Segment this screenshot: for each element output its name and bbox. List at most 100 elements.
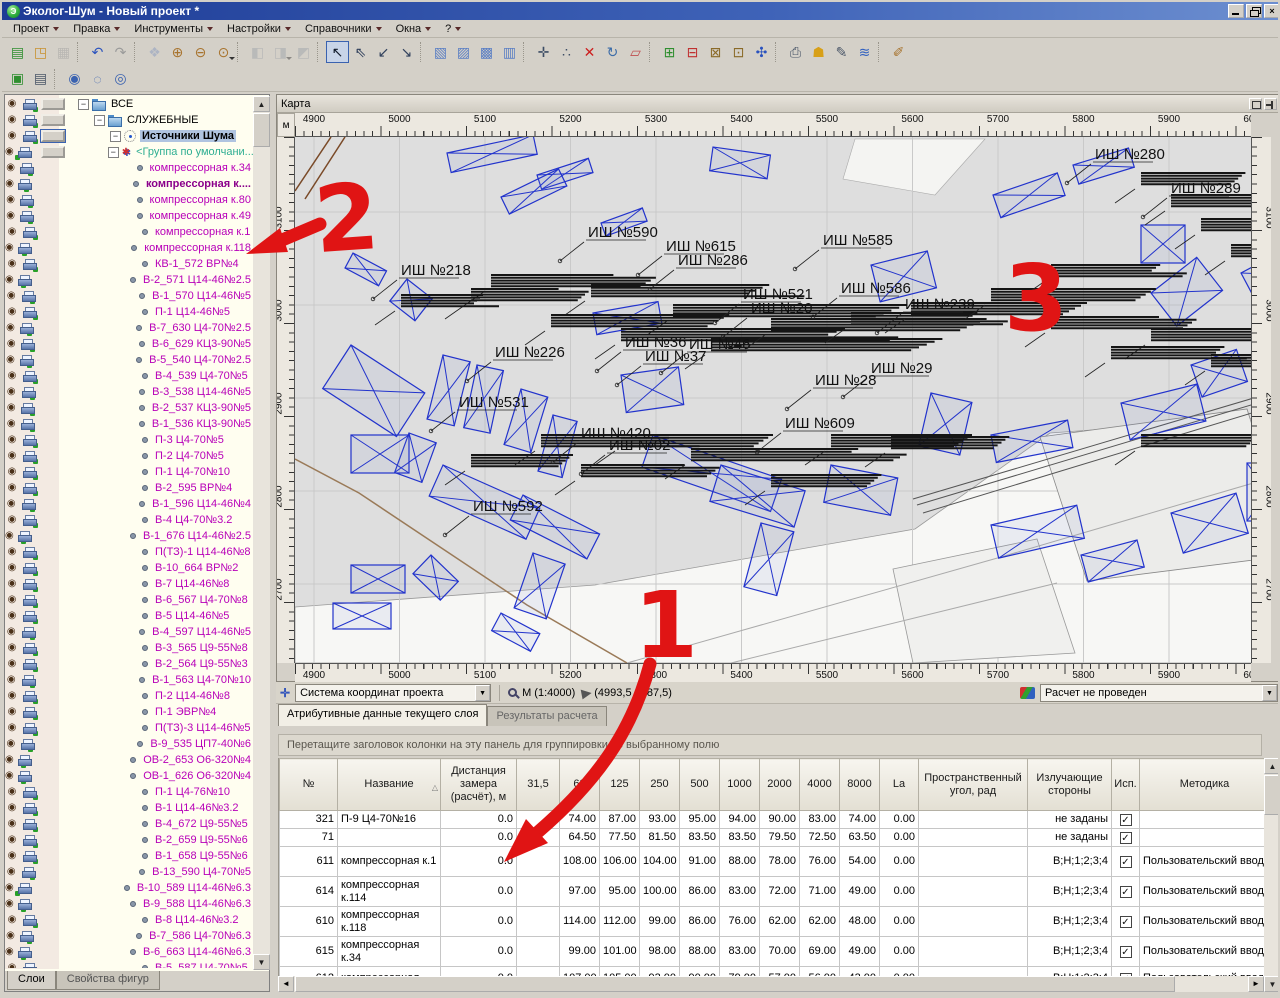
column-header[interactable]: 4000 — [800, 759, 840, 811]
tree-item[interactable]: ◉В-3_565 Ц9-55№8 — [5, 640, 253, 656]
table-cell[interactable]: 97.00 — [560, 877, 600, 907]
table-cell[interactable]: 54.00 — [840, 847, 880, 877]
table-cell[interactable]: 611 — [280, 847, 338, 877]
pan-button[interactable]: ❖ — [143, 41, 166, 63]
tree-item[interactable]: ◉В-8 Ц14-46№3.2 — [5, 912, 253, 928]
tree-item[interactable]: ◉В-10_664 ВР№2 — [5, 560, 253, 576]
table-cell[interactable]: 91.00 — [680, 847, 720, 877]
table-cell[interactable] — [517, 877, 560, 907]
tree-item[interactable]: ◉−ВСЕ — [5, 96, 253, 112]
table-cell[interactable]: 71.00 — [800, 877, 840, 907]
node-start-button[interactable]: ⊠ — [704, 41, 727, 63]
tree-item[interactable]: ◉−Источники Шума — [5, 128, 253, 144]
scroll-down-button[interactable]: ▼ — [1264, 976, 1280, 992]
table-cell[interactable]: 0.00 — [880, 967, 919, 977]
menu-Справочники[interactable]: Справочники — [298, 22, 389, 36]
layer-props-button[interactable]: ◨ — [269, 41, 292, 63]
column-header[interactable]: Исп. — [1112, 759, 1140, 811]
visibility-eye-icon[interactable]: ◉ — [5, 529, 14, 543]
table-cell[interactable]: 48.00 — [840, 907, 880, 937]
save-project-button[interactable]: ▦ — [52, 41, 75, 63]
visibility-eye-icon[interactable]: ◉ — [5, 657, 19, 671]
table-cell[interactable]: 83.50 — [720, 829, 760, 847]
table-hscrollbar[interactable]: ◄► — [278, 976, 1264, 992]
visibility-eye-icon[interactable]: ◉ — [5, 961, 19, 968]
printer-icon[interactable] — [23, 451, 36, 462]
printer-icon[interactable] — [23, 371, 36, 382]
table-cell[interactable] — [919, 967, 1028, 977]
table-cell[interactable]: 0.0 — [441, 967, 517, 977]
table-cell[interactable]: 104.00 — [640, 847, 680, 877]
column-header[interactable]: Излучающие стороны — [1028, 759, 1112, 811]
tree-item[interactable]: ◉В-1_658 Ц9-55№6 — [5, 848, 253, 864]
tree-item[interactable]: ◉В-6_663 Ц14-46№6.3 — [5, 944, 253, 960]
table-cell[interactable]: Пользовательский ввод — [1140, 907, 1267, 937]
tree-item[interactable]: ◉В-4_539 Ц4-70№5 — [5, 368, 253, 384]
map-restore-icon[interactable] — [1249, 98, 1262, 110]
ungroup-shapes-button[interactable]: ▥ — [498, 41, 521, 63]
left-tab-Слои[interactable]: Слои — [7, 971, 56, 990]
table-cell[interactable]: 98.00 — [640, 937, 680, 967]
tree-item[interactable]: ◉В-7 Ц14-46№8 — [5, 576, 253, 592]
scroll-down-button[interactable]: ▼ — [253, 954, 270, 970]
data-tab[interactable]: Результаты расчета — [487, 706, 606, 726]
visibility-eye-icon[interactable]: ◉ — [5, 737, 17, 751]
table-cell[interactable] — [517, 907, 560, 937]
table-cell[interactable] — [919, 937, 1028, 967]
table-cell[interactable]: 79.50 — [760, 829, 800, 847]
minimize-button[interactable] — [1228, 4, 1244, 18]
visibility-eye-icon[interactable]: ◉ — [5, 833, 19, 847]
table-cell[interactable]: 64.50 — [560, 829, 600, 847]
table-cell[interactable]: 105.00 — [600, 967, 640, 977]
tree-item[interactable]: ◉П-3 Ц4-70№5 — [5, 432, 253, 448]
table-cell[interactable]: 615 — [280, 937, 338, 967]
tree-item[interactable]: ◉П(ТЗ)-1 Ц14-46№8 — [5, 544, 253, 560]
table-row[interactable]: 611компрессорная к.10.0108.00106.00104.0… — [280, 847, 1267, 877]
table-cell[interactable]: 49.00 — [840, 937, 880, 967]
table-cell[interactable]: Пользовательский ввод — [1140, 967, 1267, 977]
group-shapes-button[interactable]: ▩ — [475, 41, 498, 63]
used-checkbox[interactable]: ✓ — [1120, 946, 1132, 958]
printer-icon[interactable] — [23, 851, 36, 862]
tree-item[interactable]: ◉П-1 Ц4-76№10 — [5, 784, 253, 800]
printer-icon[interactable] — [23, 227, 36, 238]
printer-icon[interactable] — [21, 419, 33, 430]
node-delete-button[interactable]: ⊟ — [681, 41, 704, 63]
delete-object-button[interactable]: ✕ — [578, 41, 601, 63]
tree-item[interactable]: ◉В-1_536 КЦ3-90№5 — [5, 416, 253, 432]
tree-item[interactable]: ◉П(ТЗ)-3 Ц14-46№5 — [5, 720, 253, 736]
visibility-eye-icon[interactable]: ◉ — [5, 721, 19, 735]
printer-icon[interactable] — [23, 691, 36, 702]
menu-Настройки[interactable]: Настройки — [220, 22, 298, 36]
visibility-eye-icon[interactable]: ◉ — [5, 897, 14, 911]
visibility-eye-icon[interactable]: ◉ — [5, 545, 19, 559]
layer-color-swatch[interactable] — [41, 130, 65, 142]
table-cell[interactable]: 614 — [280, 877, 338, 907]
printer-icon[interactable] — [18, 755, 24, 766]
table-cell[interactable]: 612 — [280, 967, 338, 977]
tree-item[interactable]: ◉В-5_587 Ц4-70№5 — [5, 960, 253, 968]
table-cell[interactable]: В;Н;1;2;3;4 — [1028, 847, 1112, 877]
table-row[interactable]: 614компрессорная к.1140.097.0095.00100.0… — [280, 877, 1267, 907]
column-header[interactable]: 125 — [600, 759, 640, 811]
tree-item[interactable]: ◉В-1_563 Ц4-70№10 — [5, 672, 253, 688]
visibility-eye-icon[interactable]: ◉ — [5, 593, 19, 607]
align-nodes-button[interactable]: ∴ — [555, 41, 578, 63]
visibility-eye-icon[interactable]: ◉ — [5, 241, 14, 255]
build-calc-button[interactable]: ☗ — [807, 41, 830, 63]
tree-item[interactable]: ◉В-2_659 Ц9-55№6 — [5, 832, 253, 848]
table-cell[interactable]: 74.00 — [840, 811, 880, 829]
table-cell[interactable]: В;Н;1;2;3;4 — [1028, 967, 1112, 977]
tree-item[interactable]: ◉П-1 ЭВР№4 — [5, 704, 253, 720]
tree-item[interactable]: ◉В-6_567 Ц4-70№8 — [5, 592, 253, 608]
table-cell[interactable]: 0.00 — [880, 937, 919, 967]
menu-Инструменты[interactable]: Инструменты — [127, 22, 220, 36]
visibility-eye-icon[interactable]: ◉ — [5, 609, 19, 623]
layer-color-swatch[interactable] — [41, 98, 65, 110]
tree-item[interactable]: ◉В-9_588 Ц14-46№6.3 — [5, 896, 253, 912]
visibility-eye-icon[interactable]: ◉ — [5, 785, 19, 799]
select-move-button[interactable]: ↘ — [395, 41, 418, 63]
scroll-left-button[interactable]: ◄ — [278, 976, 294, 992]
open-project-button[interactable]: ◳ — [29, 41, 52, 63]
visibility-eye-icon[interactable]: ◉ — [5, 337, 17, 351]
